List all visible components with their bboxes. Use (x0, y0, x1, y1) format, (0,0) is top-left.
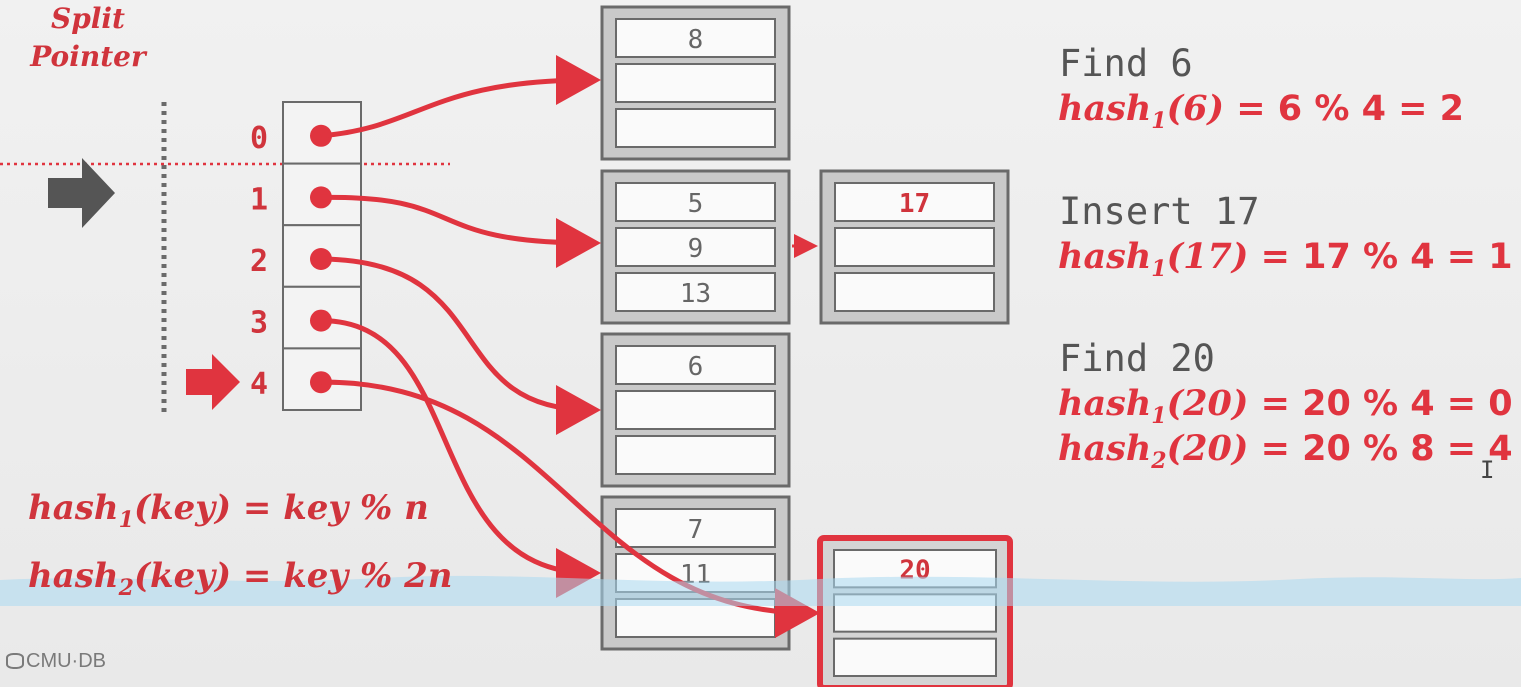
hash-arg: (6) (1166, 88, 1225, 129)
hash-equation: hash1(17) = 17 % 4 = 1 (1058, 236, 1513, 282)
cmu-db-logo: CMU·DB (6, 650, 106, 673)
hash-arg: (20) (1166, 428, 1249, 469)
bucket-slot (615, 63, 776, 103)
bucket-value: 9 (688, 234, 704, 264)
bucket-value: 7 (688, 515, 704, 545)
bucket-slot (834, 227, 995, 267)
hash-fn-sub: 1 (1151, 108, 1167, 134)
hash-fn: hash (1058, 236, 1152, 277)
query-title: Find 6 (1059, 42, 1193, 85)
hash-formula-2: hash2(key) = key % 2n (28, 556, 453, 601)
directory: 0 1 2 3 4 (250, 101, 362, 411)
hash-expr: = 6 % 4 = 2 (1224, 89, 1464, 129)
overflow-bucket: 17 (819, 169, 1010, 325)
hash-equation: hash1(20) = 20 % 4 = 0 (1058, 383, 1513, 429)
directory-slot-label: 3 (250, 306, 268, 341)
bucket-slot (834, 272, 995, 312)
query-title: Find 20 (1059, 337, 1215, 380)
bucket-value: 13 (680, 279, 711, 309)
hash-fn-sub: 2 (1151, 448, 1167, 474)
bucket-slot (615, 390, 776, 430)
split-pointer-arrow-icon (48, 158, 115, 228)
directory-slot-label: 2 (250, 244, 268, 279)
formula-rest: (key) = key % n (133, 488, 429, 528)
bucket-value: 8 (688, 25, 704, 55)
bucket: 8 (600, 5, 791, 161)
split-pointer-label: Split Pointer (24, 0, 152, 76)
split-pointer-label-line2: Pointer (30, 40, 146, 73)
bucket: 5 9 13 (600, 169, 791, 325)
hash-equation: hash2(20) = 20 % 8 = 4 (1058, 428, 1513, 474)
directory-slot-label: 1 (250, 182, 268, 217)
formula-rest: (key) = key % 2n (133, 556, 453, 596)
hash-fn-sub: 1 (1151, 403, 1167, 429)
formula-fn: hash (28, 556, 119, 596)
directory-slot-label: 0 (250, 121, 268, 156)
bucket-slot (615, 108, 776, 148)
new-split-bucket: 20 (817, 535, 1013, 687)
hash-fn: hash (1058, 428, 1152, 469)
hash-arg: (17) (1166, 236, 1249, 277)
text-cursor-icon: I (1480, 456, 1495, 484)
hash-equation: hash1(6) = 6 % 4 = 2 (1058, 88, 1464, 134)
bucket-slot (615, 435, 776, 475)
bucket-value: 17 (899, 189, 930, 219)
hash-fn: hash (1058, 383, 1152, 424)
logo-text: CMU·DB (26, 650, 106, 672)
bucket-value: 5 (688, 189, 704, 219)
slide: 01234 8 5 9 13 6 7 11 17 20 Split Pointer Find 6… (0, 0, 1521, 687)
next-slot-arrow-icon (186, 354, 240, 410)
database-icon (6, 653, 24, 669)
hash-expr: = 17 % 4 = 1 (1248, 237, 1513, 277)
bucket: 6 (600, 332, 791, 488)
query-title: Insert 17 (1059, 190, 1260, 233)
bucket-slot (833, 637, 997, 678)
split-pointer-label-line1: Split (50, 2, 125, 35)
hash-formula-1: hash1(key) = key % n (28, 488, 429, 533)
hash-fn-sub: 1 (1151, 256, 1167, 282)
hash-expr: = 20 % 4 = 0 (1248, 384, 1513, 424)
directory-slot-label: 4 (250, 367, 268, 402)
bucket: 711 (600, 495, 791, 651)
formula-fn: hash (28, 488, 119, 528)
formula-sub: 2 (118, 574, 134, 601)
hash-arg: (20) (1166, 383, 1249, 424)
hash-fn: hash (1058, 88, 1152, 129)
formula-sub: 1 (118, 506, 134, 533)
hash-expr: = 20 % 8 = 4 (1248, 429, 1513, 469)
bucket-value: 6 (688, 352, 704, 382)
